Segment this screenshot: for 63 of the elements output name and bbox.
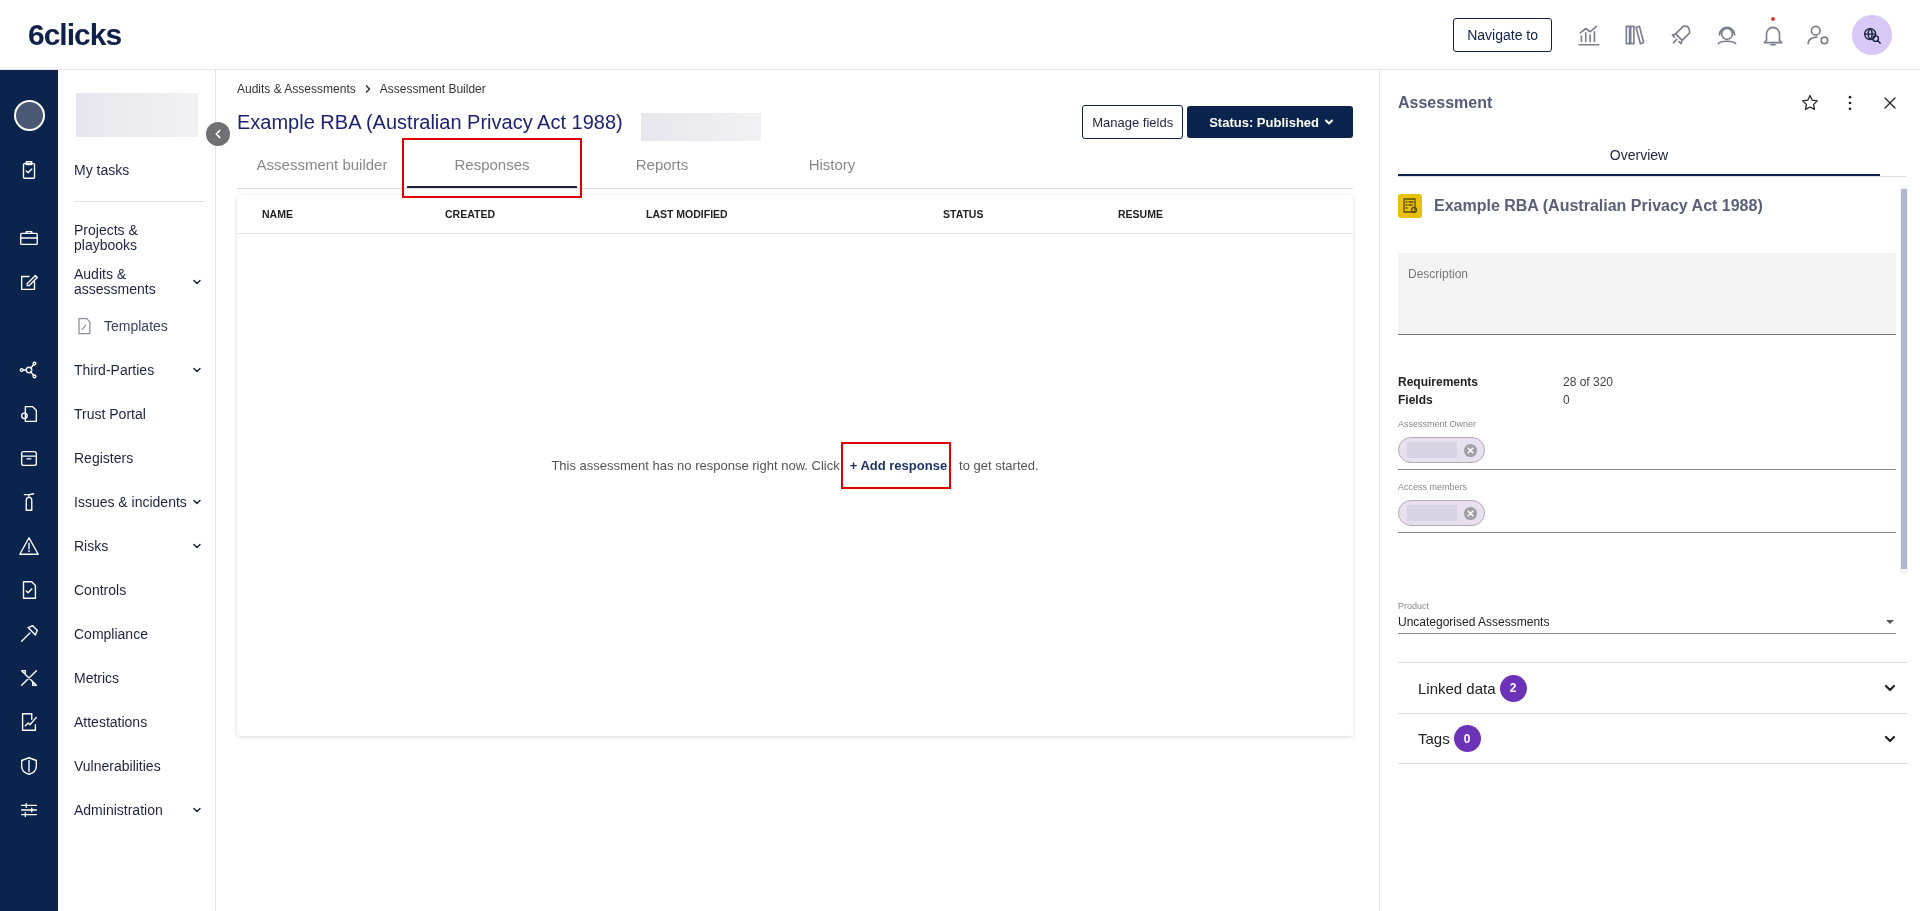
sidebar-item[interactable]: Projects & playbooks	[74, 223, 203, 253]
field-label: Access members	[1398, 482, 1469, 492]
section-header[interactable]: Tags 0	[1398, 713, 1908, 764]
avatar[interactable]	[13, 99, 45, 131]
sidebar-item[interactable]: Trust Portal	[74, 406, 203, 422]
sidebar-item[interactable]: My tasks	[74, 162, 203, 178]
tab[interactable]: Overview	[1398, 136, 1880, 176]
warning-icon[interactable]	[18, 535, 40, 557]
add-response-link[interactable]: + Add response	[849, 458, 948, 473]
tab[interactable]: Responses	[407, 142, 577, 188]
product-select[interactable]: Product Uncategorised Assessments	[1398, 601, 1896, 634]
sidebar-item[interactable]: Metrics	[74, 670, 203, 686]
column-header: LAST MODIFIED	[646, 208, 729, 220]
remove-icon[interactable]	[1463, 505, 1478, 521]
tab[interactable]: History	[747, 142, 917, 188]
column-header: RESUME	[1118, 208, 1164, 220]
sidebar-item[interactable]: Administration	[74, 802, 191, 818]
stat-value: 0	[1563, 393, 1571, 407]
navigate-button[interactable]: Navigate to	[1453, 17, 1552, 52]
sidebar-item[interactable]: Vulnerabilities	[74, 758, 203, 774]
sidebar-item[interactable]: Controls	[74, 582, 203, 598]
sidebar-item[interactable]: Audits & assessments	[74, 267, 191, 297]
collapse-button[interactable]	[206, 122, 230, 146]
tab[interactable]: Reports	[577, 142, 747, 188]
stat-value: 28 of 320	[1563, 375, 1615, 389]
hammer-icon[interactable]	[18, 623, 40, 645]
empty-state-text: to get started.	[959, 457, 1039, 473]
sidebar-item[interactable]: Issues & incidents	[74, 494, 191, 510]
tab[interactable]: Assessment builder	[237, 142, 407, 188]
logo[interactable]: 6clicks	[28, 17, 122, 52]
section-header[interactable]: Linked data 2	[1398, 662, 1908, 713]
stat-label: Fields	[1398, 393, 1434, 407]
network-icon[interactable]	[18, 359, 40, 381]
description-field[interactable]: Description	[1398, 253, 1896, 335]
item-title: Example RBA (Australian Privacy Act 1988)	[1434, 197, 1763, 215]
column-header: CREATED	[445, 208, 496, 220]
stat-label: Requirements	[1398, 375, 1480, 389]
shield-icon[interactable]	[18, 755, 40, 777]
sidebar-item[interactable]: Risks	[74, 538, 191, 554]
remove-icon[interactable]	[1463, 442, 1478, 458]
tools-icon[interactable]	[18, 667, 40, 689]
status-dropdown[interactable]: Status: Published	[1187, 106, 1353, 138]
user-chip[interactable]	[1398, 500, 1485, 526]
count-badge: 0	[1453, 725, 1481, 752]
panel-title: Assessment	[1398, 94, 1494, 112]
breadcrumb-link[interactable]: Assessment Builder	[379, 82, 486, 96]
sidebar-item[interactable]: Compliance	[74, 626, 203, 642]
column-header: STATUS	[943, 208, 985, 220]
sidebar-item[interactable]: Registers	[74, 450, 203, 466]
page-title: Example RBA (Australian Privacy Act 1988)	[237, 110, 623, 134]
sidebar-item[interactable]: Templates	[104, 318, 168, 334]
breadcrumb-link[interactable]: Audits & Assessments	[237, 82, 356, 96]
field-label: Assessment Owner	[1398, 419, 1478, 429]
sidebar-item[interactable]: Attestations	[74, 714, 203, 730]
manage-fields-button[interactable]: Manage fields	[1082, 105, 1184, 139]
star-icon[interactable]	[1800, 93, 1820, 113]
avatar-button[interactable]	[1852, 14, 1892, 55]
count-badge: 2	[1499, 674, 1527, 702]
checklist-icon	[1398, 194, 1422, 218]
sidebar-item[interactable]: Third-Parties	[74, 362, 191, 378]
column-header: NAME	[262, 208, 294, 220]
empty-state-text: This assessment has no response right now. Click	[551, 457, 840, 473]
user-chip[interactable]	[1398, 437, 1485, 463]
